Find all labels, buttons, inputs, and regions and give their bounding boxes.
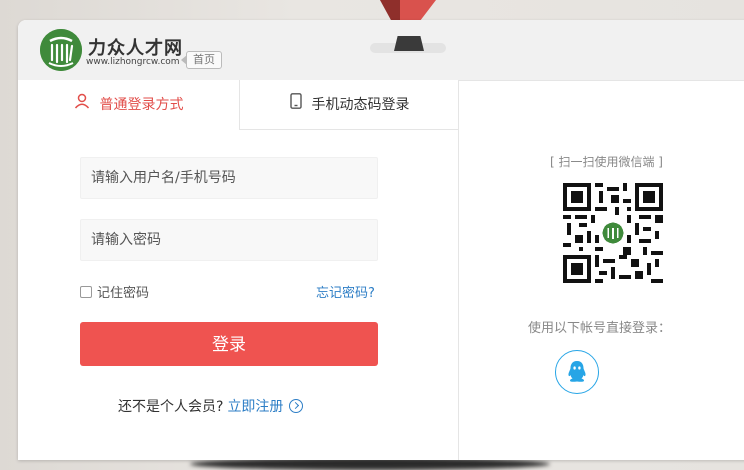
- home-link[interactable]: 首页: [181, 51, 222, 69]
- remember-password[interactable]: 记住密码: [80, 282, 149, 301]
- register-row: 还不是个人会员? 立即注册: [118, 396, 304, 416]
- qq-icon: [568, 361, 586, 382]
- background-ribbon-shadow: [380, 0, 400, 22]
- register-link[interactable]: 立即注册: [227, 396, 283, 416]
- forgot-password-link[interactable]: 忘记密码?: [316, 282, 375, 301]
- login-panel: 力众人才网 www.lizhongrcw.com 首页 普通登录方式 手机动态码…: [18, 20, 744, 460]
- column-divider: [458, 80, 459, 460]
- other-login-label: 使用以下帐号直接登录：: [528, 321, 672, 336]
- qq-login-button[interactable]: [555, 350, 599, 394]
- brand-url: www.lizhongrcw.com: [86, 57, 180, 67]
- hanger-clip: [394, 36, 424, 51]
- tab-phone-login-label: 手机动态码登录: [311, 97, 410, 113]
- wechat-qr-code: [563, 183, 663, 283]
- lizhong-logo-icon[interactable]: [40, 29, 82, 71]
- tab-normal-login[interactable]: 普通登录方式: [18, 80, 239, 130]
- register-prompt: 还不是个人会员?: [118, 399, 224, 415]
- user-icon: [74, 80, 90, 130]
- tab-phone-login[interactable]: 手机动态码登录: [239, 80, 459, 130]
- username-input[interactable]: [80, 157, 378, 199]
- remember-label: 记住密码: [97, 286, 150, 301]
- remember-checkbox[interactable]: [80, 285, 92, 298]
- header-bar: 力众人才网 www.lizhongrcw.com 首页: [18, 20, 744, 81]
- login-button[interactable]: 登录: [80, 322, 378, 366]
- arrow-right-circle-icon[interactable]: [289, 399, 304, 413]
- scan-label: [ 扫一扫使用微信端 ]: [550, 155, 663, 169]
- login-tabs: 普通登录方式 手机动态码登录: [18, 80, 459, 130]
- password-input[interactable]: [80, 219, 378, 261]
- tab-normal-login-label: 普通登录方式: [99, 97, 184, 113]
- phone-icon: [289, 80, 302, 130]
